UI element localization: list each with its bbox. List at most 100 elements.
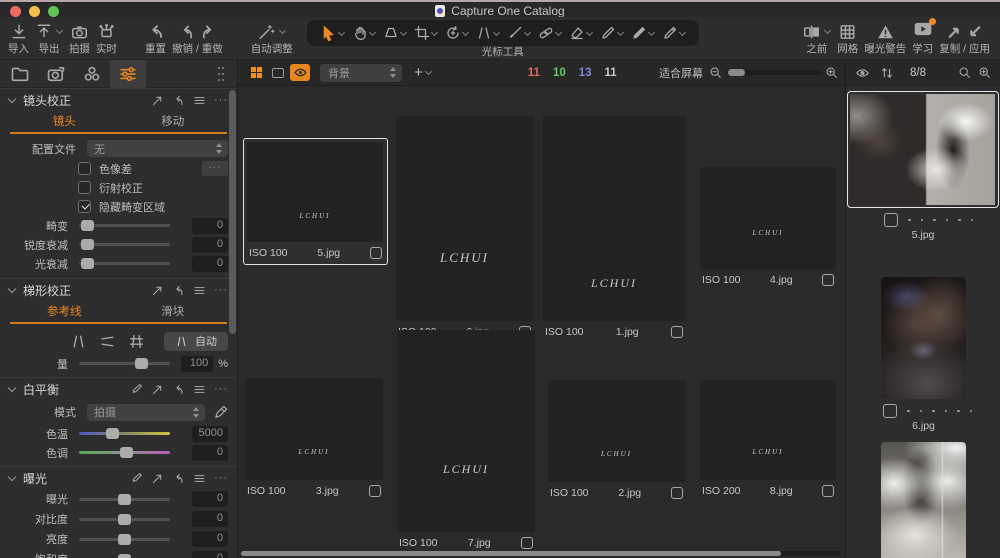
select-checkbox[interactable] [884,213,898,227]
tab-guides[interactable]: 参考线 [10,303,119,322]
white-balance-header[interactable]: 白平衡 ··· [0,377,237,400]
sidebar-scrollbar[interactable] [229,90,236,334]
thumbnail-1[interactable]: LCHUI ISO 100 1.jpg [543,116,685,340]
contrast-slider[interactable] [79,518,170,521]
chromatic-aberration-checkbox[interactable] [78,162,91,175]
sort-icon[interactable] [880,66,894,80]
thumbnail-7[interactable]: LCHUI ISO 100 7.jpg [397,330,535,551]
thumbnail-3[interactable]: LCHUI ISO 100 3.jpg [245,378,383,499]
thumbnail-4[interactable]: LCHUI ISO 100 4.jpg [700,167,836,288]
list-view-button[interactable] [268,64,288,81]
select-checkbox[interactable] [370,247,382,259]
auto-adjust-button[interactable]: 自动调整 [251,20,293,56]
erase-tool[interactable] [566,25,596,41]
loupe-tool[interactable] [380,25,410,41]
learn-button[interactable]: 学习 [912,20,933,56]
add-collection-button[interactable]: + [414,64,432,81]
select-checkbox[interactable] [369,485,381,497]
count-red[interactable]: 11 [528,67,540,79]
before-after-button[interactable]: 之前 [802,20,831,56]
eyedropper-icon[interactable] [130,472,143,485]
crop-tool[interactable] [411,25,441,41]
light-falloff-slider[interactable] [79,262,170,265]
zoom-out-icon[interactable] [709,66,722,79]
copy-adjustment-icon[interactable] [151,383,164,396]
wb-mode-select[interactable]: 拍摄 [87,404,205,421]
collection-select[interactable]: 背景 [320,64,402,82]
lens-correction-header[interactable]: 镜头校正 ··· [0,88,237,111]
live-button[interactable]: 实时 [96,20,117,56]
zoom-in-icon[interactable] [825,66,838,79]
more-icon[interactable]: ··· [214,472,228,484]
keystone-tool[interactable] [473,25,503,41]
tab-lens[interactable]: 镜头 [10,113,119,132]
count-blue[interactable]: 13 [579,67,592,79]
sharpness-falloff-value[interactable]: 0 [192,237,228,253]
tab-adjustments[interactable] [110,60,146,88]
lens-profile-select[interactable]: 无 [87,140,228,157]
export-button[interactable]: 导出 [35,20,63,56]
collapse-chevron-icon[interactable] [8,96,16,104]
presets-icon[interactable] [193,383,206,396]
reset-button[interactable]: 重置 [145,20,166,56]
filmstrip-item-1[interactable]: 1.jpg [881,442,966,558]
select-checkbox[interactable] [671,326,683,338]
fill-mask-tool[interactable] [628,25,658,41]
undo-redo-buttons[interactable]: 撤销 / 重做 [172,20,223,56]
diffraction-checkbox[interactable] [78,181,91,194]
brightness-value[interactable]: 0 [192,531,228,547]
presets-icon[interactable] [193,284,206,297]
wb-tint-value[interactable]: 0 [192,445,228,461]
pan-tool[interactable] [349,25,379,41]
filter-search-icon[interactable] [978,66,991,79]
preview-view-button[interactable] [290,64,310,81]
count-all[interactable]: 11 [605,67,617,79]
select-checkbox[interactable] [822,485,834,497]
select-checkbox[interactable] [671,487,683,499]
grid-view-button[interactable] [246,64,266,81]
collapse-chevron-icon[interactable] [8,474,16,482]
capture-button[interactable]: 拍摄 [69,20,90,56]
spot-tool[interactable] [504,25,534,41]
wb-tint-slider[interactable] [79,451,170,454]
keystone-amount-slider[interactable] [79,362,170,365]
select-checkbox[interactable] [521,537,533,549]
saturation-value[interactable]: 0 [192,551,228,558]
select-cursor-tool[interactable] [317,25,348,42]
presets-icon[interactable] [193,472,206,485]
tab-keystone-sliders[interactable]: 滑块 [119,303,228,322]
presets-icon[interactable] [193,94,206,107]
copy-adjustment-icon[interactable] [151,284,164,297]
tab-capture[interactable] [38,60,74,88]
keystone-amount-value[interactable]: 100 [181,356,213,372]
gradient-mask-tool[interactable] [659,25,689,41]
hide-distorted-checkbox[interactable] [78,200,91,213]
count-green[interactable]: 10 [553,67,566,79]
browser-horizontal-scrollbar[interactable] [241,551,841,556]
draw-mask-tool[interactable] [597,25,627,41]
thumbnail-zoom-slider[interactable] [726,70,821,75]
collapse-chevron-icon[interactable] [8,286,16,294]
sharpness-falloff-slider[interactable] [79,243,170,246]
keystone-horizontal-icon[interactable] [99,333,116,350]
exposure-header[interactable]: 曝光 ··· [0,466,237,489]
filmstrip-item-6[interactable]: 6.jpg [881,277,966,432]
contrast-value[interactable]: 0 [192,511,228,527]
import-button[interactable]: 导入 [8,20,29,56]
copy-adjustment-icon[interactable] [151,94,164,107]
light-falloff-value[interactable]: 0 [192,256,228,272]
eyedropper-icon[interactable] [130,383,143,396]
distortion-slider[interactable] [79,224,170,227]
thumbnail-8[interactable]: LCHUI ISO 200 8.jpg [700,380,836,499]
rating-dots[interactable] [907,410,972,413]
thumbnail-5[interactable]: LCHUI ISO 100 5.jpg [243,138,388,265]
collapse-chevron-icon[interactable] [8,385,16,393]
exposure-slider[interactable] [79,498,170,501]
tab-library[interactable] [2,60,38,88]
reset-panel-icon[interactable] [172,94,185,107]
keystone-both-icon[interactable] [128,333,145,350]
ca-analyze-button[interactable]: ··· [202,161,228,176]
select-checkbox[interactable] [883,404,897,418]
filmstrip-item-5[interactable]: 5.jpg [847,91,999,241]
eye-filter-icon[interactable] [855,66,870,80]
